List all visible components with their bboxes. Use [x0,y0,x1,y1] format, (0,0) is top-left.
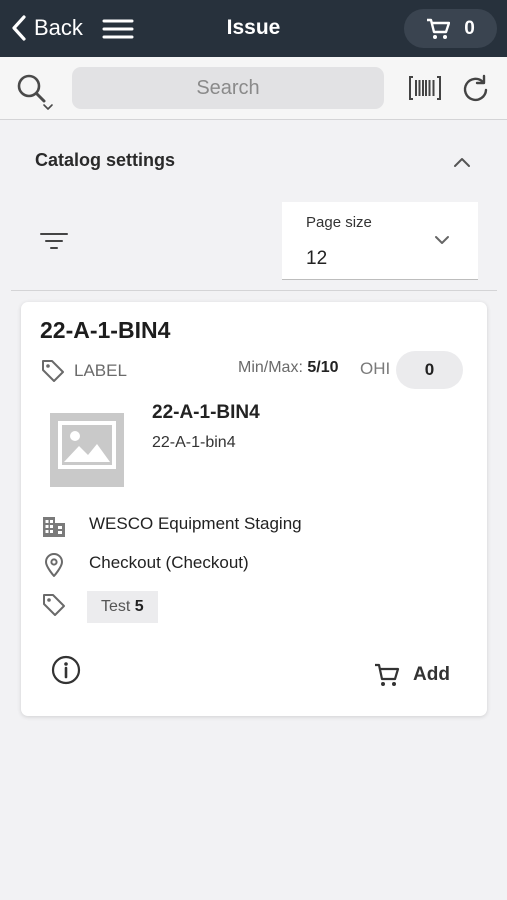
chevron-down-icon [435,236,449,244]
tag-chip[interactable]: Test 5 [87,591,158,623]
item-label-text: LABEL [74,361,127,380]
add-to-cart-button[interactable]: Add [373,659,450,691]
search-bar [0,57,507,120]
back-label: Back [34,15,83,40]
cart-button[interactable]: 0 [404,9,497,48]
ohi-value: 0 [396,351,463,389]
min-max-value: 5/10 [307,359,339,376]
tag-icon [43,594,65,616]
image-placeholder-icon[interactable] [50,413,124,487]
filter-icon[interactable] [38,229,70,253]
cart-icon [375,663,400,686]
min-max-label: Min/Max: [238,359,303,376]
min-max: Min/Max: 5/10 [238,359,339,377]
tag-icon [42,360,64,382]
tag-chip-count: 5 [134,598,144,615]
cart-count: 0 [464,17,475,39]
barcode-icon[interactable] [409,75,441,101]
refresh-icon[interactable] [460,73,492,105]
cart-icon [427,18,451,39]
hamburger-menu-icon[interactable] [102,17,134,41]
item-title: 22-A-1-BIN4 [40,317,171,343]
location-pin-icon [45,553,63,577]
tag-chip-name: Test [101,598,131,615]
search-icon[interactable] [15,73,57,113]
item-location: WESCO Equipment Staging [89,514,302,533]
item-card: 22-A-1-BIN4 LABEL Min/Max: 5/10 OHI 0 22… [21,302,487,716]
building-icon [43,517,65,537]
item-name: 22-A-1-BIN4 [152,402,260,423]
page-size-label: Page size [306,214,372,231]
search-input[interactable] [72,67,384,109]
section-divider [11,290,497,291]
back-button[interactable]: Back [10,13,83,43]
page-size-value: 12 [306,248,328,269]
chevron-left-icon [12,15,26,41]
item-subtitle: 22-A-1-bin4 [152,434,236,451]
item-checkout: Checkout (Checkout) [89,553,249,572]
chevron-up-icon[interactable] [449,150,475,174]
catalog-settings-title: Catalog settings [35,150,176,170]
page-size-select[interactable]: Page size 12 [282,202,478,280]
add-label: Add [413,664,450,685]
item-label-row: LABEL [40,357,127,385]
top-app-bar: Back Issue 0 [0,0,507,57]
info-icon[interactable] [51,655,81,685]
ohi-label: OHI [360,359,391,378]
